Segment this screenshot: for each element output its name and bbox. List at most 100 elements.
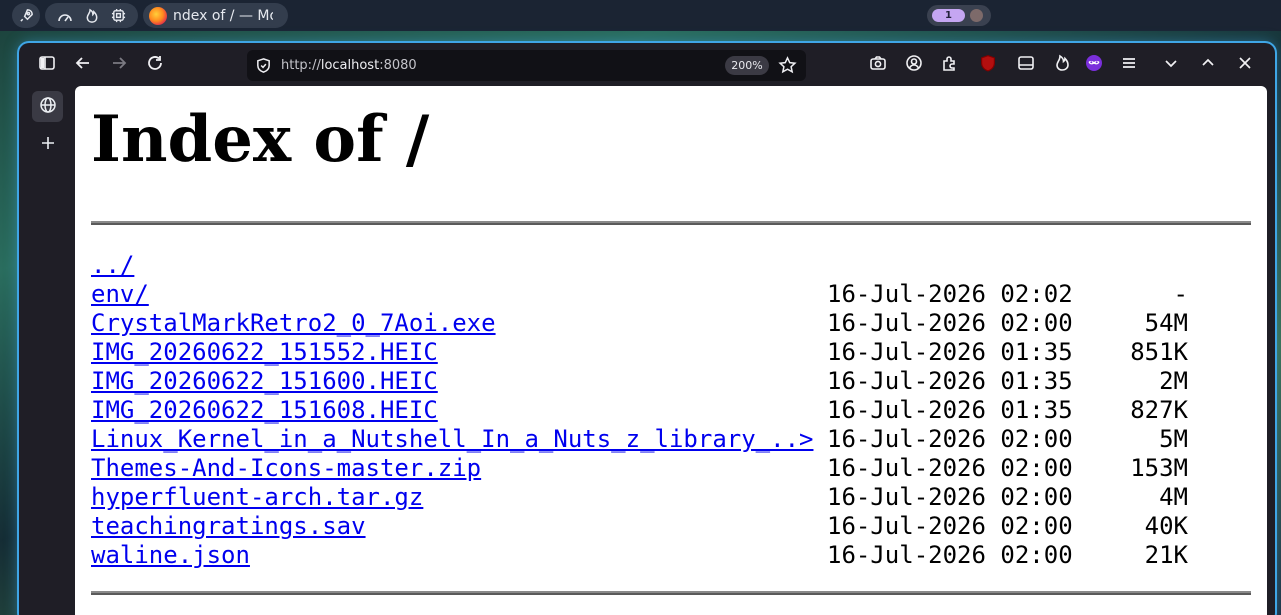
system-stats-pill[interactable]: [45, 3, 138, 28]
reload-icon: [146, 54, 164, 76]
workspace-badge[interactable]: 1: [932, 9, 965, 22]
file-link[interactable]: teachingratings.sav: [91, 512, 827, 541]
file-size: 851K: [1130, 338, 1188, 366]
minimize-button[interactable]: [1159, 53, 1183, 77]
gauge-icon: [57, 9, 73, 23]
hamburger-menu-icon: [1120, 54, 1138, 76]
active-window-title: ndex of / — Mo: [173, 7, 273, 24]
modified-date: 16-Jul-2026 02:00: [827, 309, 1073, 337]
menu-button[interactable]: [1117, 53, 1141, 77]
maximize-button[interactable]: [1196, 53, 1220, 77]
workspace-dot[interactable]: [970, 9, 983, 22]
file-link[interactable]: IMG_20260622_151608.HEIC: [91, 396, 827, 425]
file-size: -: [1173, 280, 1188, 308]
ublock-shield-icon: [979, 54, 997, 76]
close-icon: [1236, 54, 1254, 76]
modified-date: 16-Jul-2026 02:00: [827, 541, 1073, 569]
file-size: 153M: [1130, 454, 1188, 482]
file-size: 40K: [1144, 512, 1188, 540]
table-row: waline.json 16-Jul-2026 02:00 21K: [91, 541, 1188, 570]
mask-icon: [1085, 54, 1103, 76]
file-link[interactable]: waline.json: [91, 541, 827, 570]
url-host: localhost: [320, 58, 380, 73]
sidebar-add-panel-button[interactable]: [32, 129, 63, 160]
ublock-origin-button[interactable]: [976, 53, 1000, 77]
modified-date: 16-Jul-2026 02:00: [827, 454, 1073, 482]
chevron-down-icon: [1162, 54, 1180, 76]
file-size: 5M: [1159, 425, 1188, 453]
file-link[interactable]: Themes-And-Icons-master.zip: [91, 454, 827, 483]
reload-button[interactable]: [143, 53, 167, 77]
sidebar-toggle-icon: [38, 54, 56, 76]
flame-icon: [85, 8, 99, 23]
file-link[interactable]: IMG_20260622_151552.HEIC: [91, 338, 827, 367]
url-bar[interactable]: http://localhost:8080 200%: [247, 50, 806, 81]
sidebar-toggle-button[interactable]: [35, 53, 59, 77]
file-size: 21K: [1144, 541, 1188, 569]
cpu-icon: [111, 8, 126, 23]
file-size: 54M: [1144, 309, 1188, 337]
modified-date: 16-Jul-2026 02:02: [827, 280, 1073, 308]
tablet-icon: [1017, 54, 1035, 76]
bookmark-star-icon[interactable]: [778, 56, 797, 79]
url-port: :8080: [379, 58, 417, 73]
modified-date: 16-Jul-2026 02:00: [827, 483, 1073, 511]
workspace-indicator[interactable]: 1: [927, 5, 991, 26]
table-row: Linux_Kernel_in_a_Nutshell_In_a_Nuts_z_l…: [91, 425, 1188, 454]
url-text[interactable]: http://localhost:8080: [281, 50, 417, 81]
file-link[interactable]: Linux_Kernel_in_a_Nutshell_In_a_Nuts_z_l…: [91, 425, 827, 454]
zoom-level-button[interactable]: 200%: [725, 56, 769, 75]
table-row: IMG_20260622_151600.HEIC 16-Jul-2026 01:3…: [91, 367, 1188, 396]
browser-toolbar: http://localhost:8080 200%: [19, 43, 1275, 87]
shield-icon[interactable]: [255, 57, 272, 78]
globe-icon: [39, 96, 57, 118]
modified-date: 16-Jul-2026 01:35: [827, 338, 1073, 366]
table-row: teachingratings.sav 16-Jul-2026 02:00 40K: [91, 512, 1188, 541]
modified-date: 16-Jul-2026 01:35: [827, 396, 1073, 424]
modified-date: 16-Jul-2026 02:00: [827, 425, 1073, 453]
active-window-pill[interactable]: ndex of / — Mo: [143, 3, 288, 28]
table-row: Themes-And-Icons-master.zip 16-Jul-2026 0…: [91, 454, 1188, 483]
table-row: CrystalMarkRetro2_0_7Aoi.exe 16-Jul-2026 …: [91, 309, 1188, 338]
puzzle-icon: [941, 54, 959, 76]
file-link[interactable]: CrystalMarkRetro2_0_7Aoi.exe: [91, 309, 827, 338]
firefox-flame-button[interactable]: [1050, 53, 1074, 77]
top-divider: [91, 221, 1251, 225]
screenshot-button[interactable]: [866, 53, 890, 77]
extensions-button[interactable]: [938, 53, 962, 77]
file-size: [1107, 251, 1188, 280]
modified-date: 16-Jul-2026 02:00: [827, 512, 1073, 540]
account-icon: [905, 54, 923, 76]
plus-icon: [40, 135, 56, 155]
directory-listing: ../env/16-Jul-2026 02:02- CrystalMarkRetr…: [91, 251, 1188, 570]
parent-directory-link[interactable]: ../: [91, 251, 827, 280]
account-button[interactable]: [902, 53, 926, 77]
file-size: 2M: [1159, 367, 1188, 395]
launcher-pill[interactable]: [12, 3, 40, 28]
table-row: IMG_20260622_151552.HEIC 16-Jul-2026 01:3…: [91, 338, 1188, 367]
bottom-divider: [91, 591, 1251, 595]
table-row: ../: [91, 251, 1188, 280]
back-button[interactable]: [71, 53, 95, 77]
flame-icon: [1053, 54, 1071, 76]
table-row: IMG_20260622_151608.HEIC 16-Jul-2026 01:3…: [91, 396, 1188, 425]
file-link[interactable]: hyperfluent-arch.tar.gz: [91, 483, 827, 512]
file-link[interactable]: IMG_20260622_151600.HEIC: [91, 367, 827, 396]
table-row: env/16-Jul-2026 02:02 -: [91, 280, 1188, 309]
camera-icon: [869, 54, 887, 76]
private-mask-button[interactable]: [1082, 53, 1106, 77]
system-top-bar: ndex of / — Mo 1: [0, 0, 1281, 31]
arrow-right-icon: [110, 54, 128, 76]
modified-date: [827, 251, 1107, 280]
file-size: 4M: [1159, 483, 1188, 511]
close-button[interactable]: [1233, 53, 1257, 77]
rocket-icon: [19, 8, 34, 23]
arrow-left-icon: [74, 54, 92, 76]
file-link[interactable]: env/: [91, 280, 827, 309]
page-content: Index of / ../env/16-Jul-2026 02:02- Crys…: [75, 86, 1267, 615]
sidebar-web-panel[interactable]: [32, 91, 63, 122]
forward-button[interactable]: [107, 53, 131, 77]
reader-view-button[interactable]: [1014, 53, 1038, 77]
chevron-up-icon: [1199, 54, 1217, 76]
page-title: Index of /: [91, 102, 430, 177]
